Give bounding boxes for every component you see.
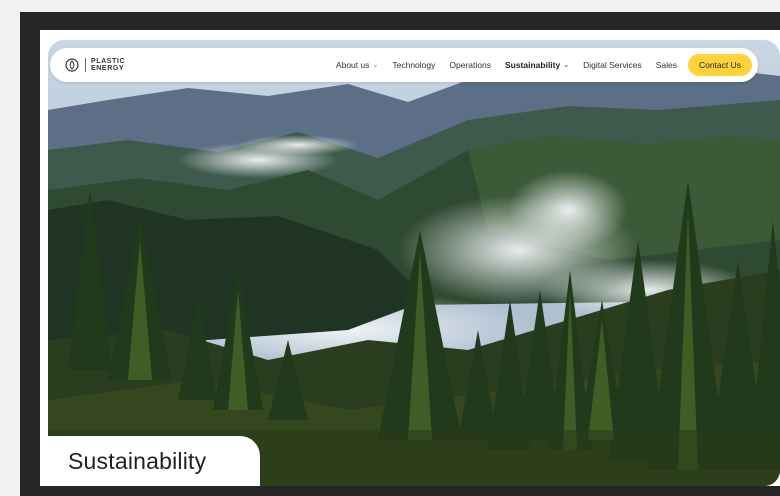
top-navigation-bar: PLASTIC ENERGY About us ⌄ Technology Ope… <box>50 48 758 82</box>
logo-divider <box>85 58 86 72</box>
hero-image <box>48 40 780 486</box>
nav-item-label: Technology <box>392 60 436 70</box>
chevron-down-icon: ⌄ <box>563 62 570 69</box>
chevron-down-icon: ⌄ <box>372 62 379 69</box>
contact-us-button[interactable]: Contact Us <box>687 54 752 76</box>
page-title: Sustainability <box>68 447 207 474</box>
nav-item-label: About us <box>335 60 370 70</box>
nav-item-label: Digital Services <box>583 60 642 70</box>
nav-item-label: Sales <box>655 60 677 70</box>
nav-item-label: Sustainability <box>504 60 561 70</box>
logo-wordmark: PLASTIC ENERGY <box>91 58 125 72</box>
forest-landscape-illustration <box>48 40 780 486</box>
nav-item-sales[interactable]: Sales <box>649 60 684 70</box>
hero-title-tab: Sustainability <box>48 436 260 486</box>
brand-logo[interactable]: PLASTIC ENERGY <box>64 48 125 82</box>
nav-item-about-us[interactable]: About us ⌄ <box>329 60 385 70</box>
web-page: PLASTIC ENERGY About us ⌄ Technology Ope… <box>40 30 780 486</box>
nav-item-sustainability[interactable]: Sustainability ⌄ <box>498 60 576 70</box>
nav-links: About us ⌄ Technology Operations Sustain… <box>329 54 752 76</box>
nav-item-label: Operations <box>449 60 491 70</box>
nav-item-operations[interactable]: Operations <box>442 60 498 70</box>
nav-item-digital-services[interactable]: Digital Services <box>576 60 649 70</box>
logo-line-2: ENERGY <box>91 65 125 72</box>
nav-item-technology[interactable]: Technology <box>385 60 442 70</box>
leaf-drop-icon <box>64 57 80 73</box>
logo-line-1: PLASTIC <box>91 58 126 65</box>
